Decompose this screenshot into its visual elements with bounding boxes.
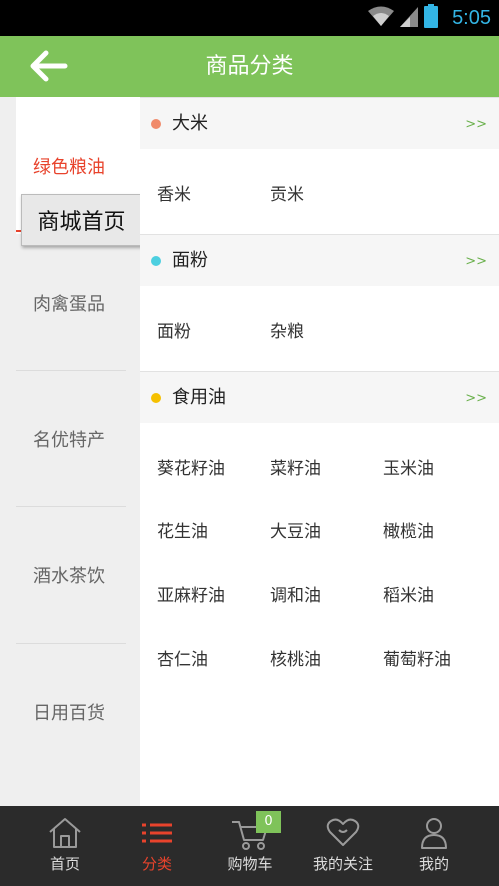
user-icon (389, 816, 479, 852)
subcategory-item[interactable]: 稻米油 (383, 581, 434, 606)
bottom-nav: 首页 分类 购物车 0 我的关注 我的 (0, 806, 499, 886)
sidebar-item-specialties[interactable]: 名优特产 (0, 370, 140, 507)
subcategory-item[interactable]: 大豆油 (270, 517, 321, 542)
subcategory-item[interactable]: 香米 (157, 180, 191, 205)
more-link[interactable]: >> (465, 98, 487, 150)
subcategory-item[interactable]: 葡萄籽油 (383, 645, 451, 670)
dot-icon (151, 393, 161, 403)
nav-label: 首页 (49, 855, 80, 873)
subcategory-item[interactable]: 面粉 (157, 317, 191, 342)
list-icon (112, 816, 202, 852)
back-button[interactable] (26, 46, 70, 86)
sidebar-item-label: 绿色粮油 (33, 156, 105, 178)
nav-label: 我的关注 (312, 855, 373, 873)
category-content: 大米 >> 香米 贡米 面粉 >> 面粉 杂粮 食用油 >> 葵花籽油 菜籽油 … (140, 97, 499, 806)
sidebar-item-meat-poultry-eggs[interactable]: 肉禽蛋品 (0, 234, 140, 371)
more-link[interactable]: >> (465, 372, 487, 424)
signal-icon (400, 5, 419, 31)
category-header-flour[interactable]: 面粉 >> (140, 234, 499, 286)
subcategory-item[interactable]: 玉米油 (383, 454, 434, 479)
nav-item-favorites[interactable]: 我的关注 (298, 806, 388, 886)
subcategory-item[interactable]: 杂粮 (270, 317, 304, 342)
more-link[interactable]: >> (465, 235, 487, 287)
dot-icon (151, 119, 161, 129)
category-header-rice[interactable]: 大米 >> (140, 97, 499, 149)
sidebar-item-daily-goods[interactable]: 日用百货 (0, 643, 140, 780)
nav-item-category[interactable]: 分类 (112, 806, 202, 886)
subcategory-item[interactable]: 杏仁油 (157, 645, 208, 670)
cart-count-badge: 0 (256, 811, 281, 833)
heart-icon (298, 816, 388, 852)
category-title: 大米 (172, 113, 208, 134)
status-bar: 5:05 (0, 0, 499, 36)
wifi-icon (368, 5, 395, 31)
app-bar: 商品分类 (0, 36, 499, 97)
status-icons: 5:05 (368, 0, 491, 36)
subcategory-item[interactable]: 亚麻籽油 (157, 581, 225, 606)
category-title: 食用油 (172, 387, 226, 408)
arrow-left-icon (30, 50, 68, 82)
subcategory-item[interactable]: 橄榄油 (383, 517, 434, 542)
dot-icon (151, 256, 161, 266)
subcategory-item[interactable]: 花生油 (157, 517, 208, 542)
category-header-cooking-oil[interactable]: 食用油 >> (140, 371, 499, 423)
sidebar-item-label: 名优特产 (33, 429, 105, 451)
sidebar-item-label: 日用百货 (33, 702, 105, 724)
nav-label: 购物车 (227, 855, 273, 873)
subcategory-item[interactable]: 核桃油 (270, 645, 321, 670)
subcategory-item[interactable]: 贡米 (270, 180, 304, 205)
subcategory-item[interactable]: 葵花籽油 (157, 454, 225, 479)
nav-item-mine[interactable]: 我的 (389, 806, 479, 886)
sidebar-item-label: 酒水茶饮 (33, 565, 105, 587)
mall-home-tooltip[interactable]: 商城首页 (21, 194, 142, 246)
sidebar-item-label: 肉禽蛋品 (33, 293, 105, 315)
battery-icon (424, 4, 439, 32)
nav-item-home[interactable]: 首页 (20, 806, 110, 886)
category-title: 面粉 (172, 250, 208, 271)
nav-item-cart[interactable]: 购物车 (205, 806, 295, 886)
nav-label: 我的 (418, 855, 449, 873)
status-time: 5:05 (452, 6, 491, 29)
home-icon (20, 816, 110, 852)
page-title: 商品分类 (205, 54, 294, 79)
nav-label: 分类 (141, 855, 172, 873)
subcategory-item[interactable]: 菜籽油 (270, 454, 321, 479)
sidebar-item-drinks-tea[interactable]: 酒水茶饮 (0, 506, 140, 643)
subcategory-item[interactable]: 调和油 (270, 581, 321, 606)
cart-icon (205, 816, 295, 852)
